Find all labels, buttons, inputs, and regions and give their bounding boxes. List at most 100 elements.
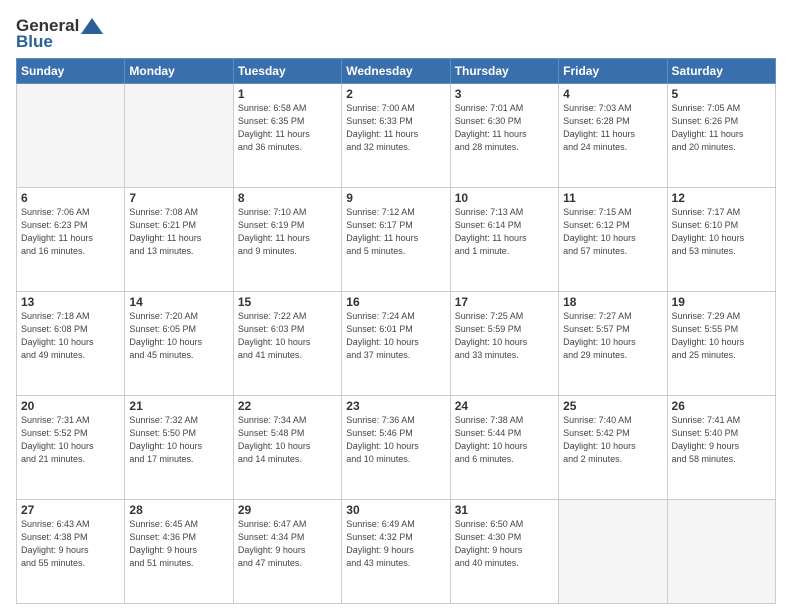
calendar-cell (667, 500, 775, 604)
day-info: Sunrise: 7:15 AMSunset: 6:12 PMDaylight:… (563, 206, 662, 258)
day-number: 7 (129, 191, 228, 205)
day-info: Sunrise: 6:47 AMSunset: 4:34 PMDaylight:… (238, 518, 337, 570)
calendar-cell: 6Sunrise: 7:06 AMSunset: 6:23 PMDaylight… (17, 188, 125, 292)
calendar-cell: 28Sunrise: 6:45 AMSunset: 4:36 PMDayligh… (125, 500, 233, 604)
calendar-cell: 30Sunrise: 6:49 AMSunset: 4:32 PMDayligh… (342, 500, 450, 604)
day-info: Sunrise: 7:17 AMSunset: 6:10 PMDaylight:… (672, 206, 771, 258)
day-info: Sunrise: 7:22 AMSunset: 6:03 PMDaylight:… (238, 310, 337, 362)
week-row-3: 13Sunrise: 7:18 AMSunset: 6:08 PMDayligh… (17, 292, 776, 396)
day-info: Sunrise: 7:00 AMSunset: 6:33 PMDaylight:… (346, 102, 445, 154)
calendar-cell: 25Sunrise: 7:40 AMSunset: 5:42 PMDayligh… (559, 396, 667, 500)
day-number: 27 (21, 503, 120, 517)
calendar-cell: 7Sunrise: 7:08 AMSunset: 6:21 PMDaylight… (125, 188, 233, 292)
day-number: 15 (238, 295, 337, 309)
day-number: 16 (346, 295, 445, 309)
day-number: 10 (455, 191, 554, 205)
calendar-cell (125, 84, 233, 188)
day-info: Sunrise: 7:13 AMSunset: 6:14 PMDaylight:… (455, 206, 554, 258)
calendar-cell: 16Sunrise: 7:24 AMSunset: 6:01 PMDayligh… (342, 292, 450, 396)
day-info: Sunrise: 6:43 AMSunset: 4:38 PMDaylight:… (21, 518, 120, 570)
day-number: 14 (129, 295, 228, 309)
page: General Blue SundayMondayTuesdayWednesda… (0, 0, 792, 612)
day-number: 9 (346, 191, 445, 205)
header: General Blue (16, 12, 776, 52)
calendar-cell: 18Sunrise: 7:27 AMSunset: 5:57 PMDayligh… (559, 292, 667, 396)
day-number: 1 (238, 87, 337, 101)
weekday-saturday: Saturday (667, 59, 775, 84)
day-number: 25 (563, 399, 662, 413)
calendar-cell: 5Sunrise: 7:05 AMSunset: 6:26 PMDaylight… (667, 84, 775, 188)
calendar-cell: 26Sunrise: 7:41 AMSunset: 5:40 PMDayligh… (667, 396, 775, 500)
week-row-4: 20Sunrise: 7:31 AMSunset: 5:52 PMDayligh… (17, 396, 776, 500)
day-info: Sunrise: 7:41 AMSunset: 5:40 PMDaylight:… (672, 414, 771, 466)
day-info: Sunrise: 6:58 AMSunset: 6:35 PMDaylight:… (238, 102, 337, 154)
day-info: Sunrise: 7:36 AMSunset: 5:46 PMDaylight:… (346, 414, 445, 466)
day-number: 11 (563, 191, 662, 205)
day-info: Sunrise: 6:50 AMSunset: 4:30 PMDaylight:… (455, 518, 554, 570)
day-number: 2 (346, 87, 445, 101)
calendar-cell: 20Sunrise: 7:31 AMSunset: 5:52 PMDayligh… (17, 396, 125, 500)
day-info: Sunrise: 7:31 AMSunset: 5:52 PMDaylight:… (21, 414, 120, 466)
day-info: Sunrise: 7:32 AMSunset: 5:50 PMDaylight:… (129, 414, 228, 466)
day-info: Sunrise: 7:29 AMSunset: 5:55 PMDaylight:… (672, 310, 771, 362)
day-info: Sunrise: 7:27 AMSunset: 5:57 PMDaylight:… (563, 310, 662, 362)
logo: General Blue (16, 16, 103, 52)
day-info: Sunrise: 7:06 AMSunset: 6:23 PMDaylight:… (21, 206, 120, 258)
day-number: 17 (455, 295, 554, 309)
day-number: 29 (238, 503, 337, 517)
day-info: Sunrise: 7:05 AMSunset: 6:26 PMDaylight:… (672, 102, 771, 154)
weekday-wednesday: Wednesday (342, 59, 450, 84)
day-number: 3 (455, 87, 554, 101)
day-number: 13 (21, 295, 120, 309)
day-number: 8 (238, 191, 337, 205)
day-info: Sunrise: 7:08 AMSunset: 6:21 PMDaylight:… (129, 206, 228, 258)
calendar-cell: 2Sunrise: 7:00 AMSunset: 6:33 PMDaylight… (342, 84, 450, 188)
calendar-cell: 21Sunrise: 7:32 AMSunset: 5:50 PMDayligh… (125, 396, 233, 500)
calendar-cell: 31Sunrise: 6:50 AMSunset: 4:30 PMDayligh… (450, 500, 558, 604)
calendar-cell: 10Sunrise: 7:13 AMSunset: 6:14 PMDayligh… (450, 188, 558, 292)
calendar-cell: 11Sunrise: 7:15 AMSunset: 6:12 PMDayligh… (559, 188, 667, 292)
day-number: 5 (672, 87, 771, 101)
day-info: Sunrise: 7:01 AMSunset: 6:30 PMDaylight:… (455, 102, 554, 154)
week-row-2: 6Sunrise: 7:06 AMSunset: 6:23 PMDaylight… (17, 188, 776, 292)
calendar-cell: 15Sunrise: 7:22 AMSunset: 6:03 PMDayligh… (233, 292, 341, 396)
day-number: 21 (129, 399, 228, 413)
day-number: 31 (455, 503, 554, 517)
day-info: Sunrise: 7:03 AMSunset: 6:28 PMDaylight:… (563, 102, 662, 154)
calendar-cell: 29Sunrise: 6:47 AMSunset: 4:34 PMDayligh… (233, 500, 341, 604)
day-info: Sunrise: 7:25 AMSunset: 5:59 PMDaylight:… (455, 310, 554, 362)
week-row-5: 27Sunrise: 6:43 AMSunset: 4:38 PMDayligh… (17, 500, 776, 604)
calendar-cell: 22Sunrise: 7:34 AMSunset: 5:48 PMDayligh… (233, 396, 341, 500)
calendar-cell: 12Sunrise: 7:17 AMSunset: 6:10 PMDayligh… (667, 188, 775, 292)
day-number: 20 (21, 399, 120, 413)
weekday-thursday: Thursday (450, 59, 558, 84)
weekday-header-row: SundayMondayTuesdayWednesdayThursdayFrid… (17, 59, 776, 84)
day-info: Sunrise: 6:45 AMSunset: 4:36 PMDaylight:… (129, 518, 228, 570)
day-number: 6 (21, 191, 120, 205)
day-number: 28 (129, 503, 228, 517)
logo-icon (81, 18, 103, 34)
calendar-cell: 19Sunrise: 7:29 AMSunset: 5:55 PMDayligh… (667, 292, 775, 396)
day-info: Sunrise: 7:20 AMSunset: 6:05 PMDaylight:… (129, 310, 228, 362)
calendar-cell: 1Sunrise: 6:58 AMSunset: 6:35 PMDaylight… (233, 84, 341, 188)
weekday-tuesday: Tuesday (233, 59, 341, 84)
day-info: Sunrise: 7:34 AMSunset: 5:48 PMDaylight:… (238, 414, 337, 466)
day-info: Sunrise: 7:40 AMSunset: 5:42 PMDaylight:… (563, 414, 662, 466)
day-number: 23 (346, 399, 445, 413)
day-number: 19 (672, 295, 771, 309)
calendar-cell: 27Sunrise: 6:43 AMSunset: 4:38 PMDayligh… (17, 500, 125, 604)
calendar-cell: 17Sunrise: 7:25 AMSunset: 5:59 PMDayligh… (450, 292, 558, 396)
logo-blue-text: Blue (16, 32, 53, 52)
calendar-cell: 9Sunrise: 7:12 AMSunset: 6:17 PMDaylight… (342, 188, 450, 292)
day-number: 12 (672, 191, 771, 205)
calendar-cell: 14Sunrise: 7:20 AMSunset: 6:05 PMDayligh… (125, 292, 233, 396)
calendar-cell: 8Sunrise: 7:10 AMSunset: 6:19 PMDaylight… (233, 188, 341, 292)
day-info: Sunrise: 7:24 AMSunset: 6:01 PMDaylight:… (346, 310, 445, 362)
calendar-table: SundayMondayTuesdayWednesdayThursdayFrid… (16, 58, 776, 604)
day-info: Sunrise: 7:12 AMSunset: 6:17 PMDaylight:… (346, 206, 445, 258)
day-info: Sunrise: 7:10 AMSunset: 6:19 PMDaylight:… (238, 206, 337, 258)
day-number: 4 (563, 87, 662, 101)
calendar-cell: 4Sunrise: 7:03 AMSunset: 6:28 PMDaylight… (559, 84, 667, 188)
calendar-cell: 13Sunrise: 7:18 AMSunset: 6:08 PMDayligh… (17, 292, 125, 396)
calendar-cell (559, 500, 667, 604)
